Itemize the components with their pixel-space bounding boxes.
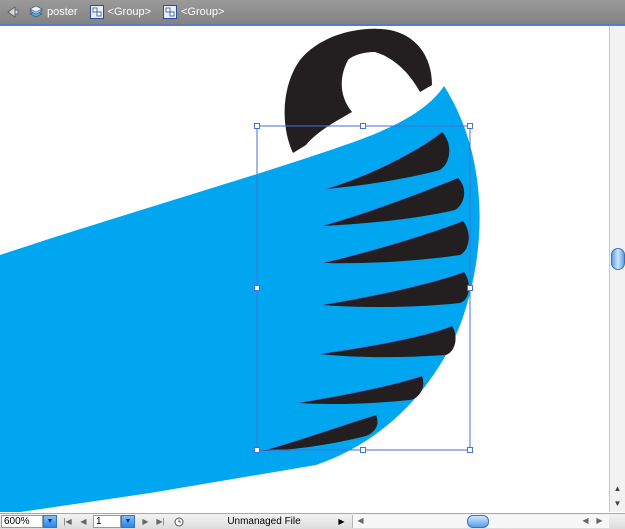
status-bar: 600% ▼ |◀ ◀ 1 ▼ ▶ ▶| Unmanaged File ▶ ◀ … xyxy=(0,513,625,529)
vertical-scrollbar[interactable]: ▲ ▼ xyxy=(609,26,625,512)
vertical-scroll-thumb[interactable] xyxy=(611,248,625,270)
zoom-dropdown-button[interactable]: ▼ xyxy=(43,515,57,528)
page-number-field[interactable]: 1 xyxy=(93,515,121,528)
bbox-handle[interactable] xyxy=(360,123,366,129)
breadcrumb-group-2[interactable]: <Group> xyxy=(163,5,224,19)
back-arrow-icon xyxy=(7,6,19,18)
breadcrumb-document[interactable]: poster xyxy=(29,5,78,19)
bbox-handle[interactable] xyxy=(360,447,366,453)
next-page-icon: ▶ xyxy=(142,517,149,526)
bbox-handle[interactable] xyxy=(254,285,260,291)
prev-page-button[interactable]: ◀ xyxy=(78,516,89,527)
scroll-right-button[interactable]: ▶ xyxy=(594,515,605,526)
breadcrumb-label: <Group> xyxy=(107,6,151,18)
arrow-left-icon: ◀ xyxy=(582,516,589,525)
chevron-down-icon: ▼ xyxy=(124,518,132,525)
prev-page-icon: ◀ xyxy=(80,517,87,526)
scroll-up-button[interactable]: ▲ xyxy=(610,481,625,496)
horizontal-scrollbar[interactable]: ◀ ◀ ▶ xyxy=(352,515,609,528)
zoom-field[interactable]: 600% xyxy=(1,515,43,528)
horizontal-scroll-thumb[interactable] xyxy=(467,515,489,528)
group-icon xyxy=(163,5,177,19)
chevron-down-icon: ▼ xyxy=(46,518,54,525)
artwork xyxy=(0,28,480,512)
arrow-up-icon: ▲ xyxy=(613,484,622,493)
arrow-right-icon: ▶ xyxy=(596,516,603,525)
arrow-left-icon: ◀ xyxy=(357,516,364,525)
scroll-left-button-2[interactable]: ◀ xyxy=(580,515,591,526)
status-menu-button[interactable] xyxy=(173,516,184,527)
bbox-handle[interactable] xyxy=(254,447,260,453)
bbox-handle[interactable] xyxy=(467,123,473,129)
clock-icon xyxy=(174,517,183,526)
zoom-value: 600% xyxy=(4,516,30,527)
next-page-button[interactable]: ▶ xyxy=(140,516,151,527)
status-text: Unmanaged File xyxy=(227,516,301,527)
breadcrumb-label: poster xyxy=(47,6,78,18)
artboard-canvas[interactable] xyxy=(0,26,609,512)
first-page-button[interactable]: |◀ xyxy=(62,516,73,527)
scroll-down-button[interactable]: ▼ xyxy=(610,496,625,511)
bbox-handle[interactable] xyxy=(254,123,260,129)
bbox-handle[interactable] xyxy=(467,447,473,453)
arrow-down-icon: ▼ xyxy=(613,499,622,508)
document-icon xyxy=(29,5,43,18)
page-value: 1 xyxy=(96,516,102,527)
play-icon: ▶ xyxy=(338,517,345,526)
breadcrumb-label: <Group> xyxy=(181,6,225,18)
last-page-icon: ▶| xyxy=(156,517,165,526)
last-page-button[interactable]: ▶| xyxy=(155,516,166,527)
status-arrow-button[interactable]: ▶ xyxy=(336,516,347,527)
first-page-icon: |◀ xyxy=(63,517,72,526)
scroll-left-button[interactable]: ◀ xyxy=(355,515,366,526)
breadcrumb-group-1[interactable]: <Group> xyxy=(89,5,151,19)
page-dropdown-button[interactable]: ▼ xyxy=(121,515,135,528)
illustrator-window: poster <Group> <Group> ▲ ▼ 600% ▼ |◀ ◀ 1… xyxy=(0,0,625,529)
bbox-handle[interactable] xyxy=(467,285,473,291)
back-button[interactable] xyxy=(5,4,21,20)
group-icon xyxy=(89,5,104,19)
isolation-mode-bar: poster <Group> <Group> xyxy=(0,0,625,26)
